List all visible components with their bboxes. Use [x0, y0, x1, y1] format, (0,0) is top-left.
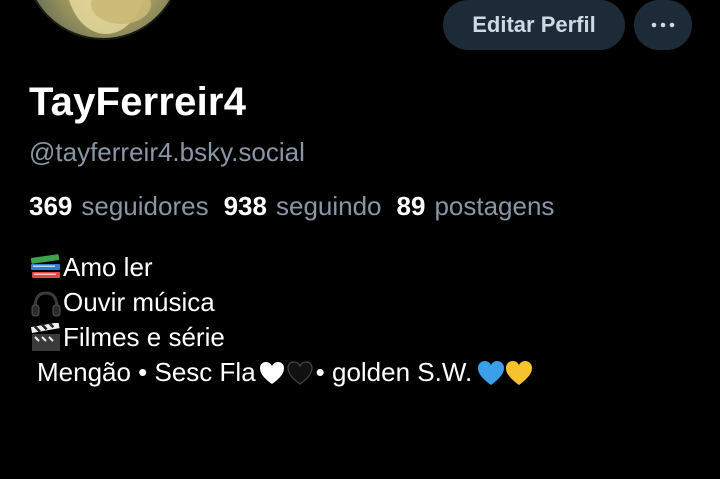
bio-line4-text-a: Mengão • Sesc Fla: [37, 357, 256, 387]
more-dots-icon: [651, 22, 675, 28]
bio-line1-text: Amo ler: [63, 252, 153, 282]
posts-count: 89: [396, 191, 426, 221]
bio-line: Amo ler: [29, 250, 538, 285]
followers-count: 369: [29, 191, 73, 221]
handle: @tayferreir4.bsky.social: [29, 137, 305, 167]
following-label: seguindo: [275, 191, 382, 221]
profile-page: Editar Perfil TayFerreir4 @tayferreir4.b…: [0, 0, 720, 479]
more-options-button[interactable]: [634, 0, 692, 50]
posts-label: postagens: [434, 191, 555, 221]
headphones-icon: [31, 290, 61, 316]
clapper-board-icon: [30, 322, 60, 351]
bio-line: Filmes e série: [29, 320, 538, 355]
display-name: TayFerreir4: [29, 80, 247, 124]
bio-line2-text: Ouvir música: [63, 287, 215, 317]
followers-label: seguidores: [81, 191, 209, 221]
profile-stats: 369 seguidores 938 seguindo 89 postagens: [29, 191, 569, 222]
bio-line3-text: Filmes e série: [63, 322, 225, 352]
edit-profile-button[interactable]: Editar Perfil: [443, 0, 625, 50]
following-stat[interactable]: 938 seguindo: [224, 191, 382, 222]
white-black-hearts-icon: [259, 360, 313, 385]
posts-stat: 89 postagens: [397, 191, 555, 222]
profile-bio: Amo ler Ouvir música Filmes e série Meng…: [29, 250, 538, 390]
bio-line: Ouvir música: [29, 285, 538, 320]
followers-stat[interactable]: 369 seguidores: [29, 191, 209, 222]
bio-line: Mengão • Sesc Fla • golden S.W.: [29, 355, 538, 390]
avatar[interactable]: [24, 0, 182, 40]
books-icon: [30, 253, 60, 278]
blue-yellow-hearts-icon: [478, 360, 533, 385]
bio-line4-text-b: • golden S.W.: [315, 357, 473, 387]
avatar-image: [69, 0, 151, 34]
following-count: 938: [223, 191, 267, 221]
